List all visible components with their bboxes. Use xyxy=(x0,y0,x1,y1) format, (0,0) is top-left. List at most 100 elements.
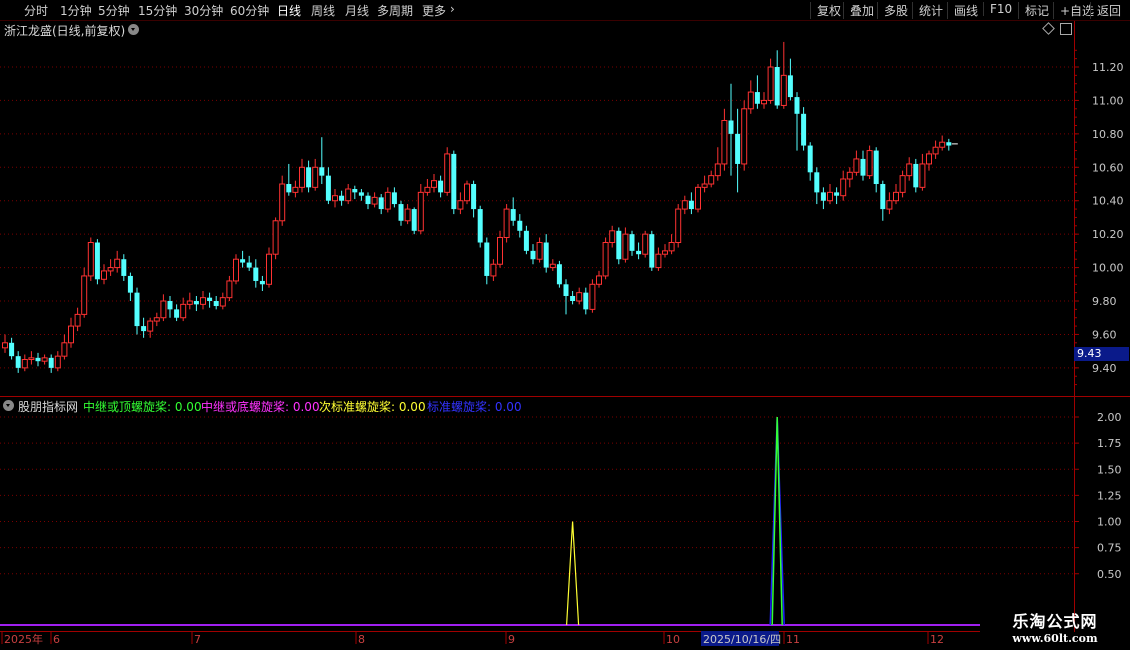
price-tick-label: 10.00 xyxy=(1092,262,1124,275)
indicator-tick-label: 0.50 xyxy=(1097,568,1122,581)
time-label: 11 xyxy=(786,633,800,646)
candle-body-down xyxy=(860,158,866,176)
candle-body-up xyxy=(345,188,352,202)
time-label: 12 xyxy=(930,633,944,646)
candle-body-up xyxy=(853,158,860,173)
candle-body-down xyxy=(174,309,180,318)
candle-body-down xyxy=(523,230,529,251)
indicator-item-value: 0.00 xyxy=(395,400,426,414)
toolbar-button-4[interactable]: 画线 xyxy=(947,2,978,19)
price-tick-label: 10.60 xyxy=(1092,161,1124,174)
candle-body-down xyxy=(240,259,246,263)
indicator-item-value: 0.00 xyxy=(171,400,202,414)
candle-body-up xyxy=(107,267,114,272)
indicator-tick-label: 2.00 xyxy=(1097,411,1122,424)
candle-body-up xyxy=(417,191,424,232)
indicator-item-value: 0.00 xyxy=(491,400,522,414)
candle-body-down xyxy=(378,197,384,210)
candle-body-down xyxy=(134,292,140,327)
candle-body-up xyxy=(721,119,728,165)
candle-body-up xyxy=(503,208,510,238)
period-tab-10[interactable]: 更多 xyxy=(422,2,446,19)
candle-body-up xyxy=(200,297,206,305)
watermark-logo: 乐淘公式网 www.60lt.com xyxy=(985,608,1125,646)
candle-body-down xyxy=(728,120,734,134)
candle-body-down xyxy=(616,230,622,260)
candle-body-up xyxy=(919,163,926,188)
period-tab-2[interactable]: 5分钟 xyxy=(98,2,130,19)
watermark-text: 乐淘公式网 xyxy=(1012,612,1098,631)
indicator-item-label: 中继或顶螺旋桨: xyxy=(83,400,172,414)
toolbar-button-1[interactable]: 叠加 xyxy=(843,2,874,19)
candle-body-up xyxy=(662,250,668,255)
candle-body-down xyxy=(510,209,516,221)
period-tab-5[interactable]: 60分钟 xyxy=(230,2,269,19)
candle-body-up xyxy=(180,303,187,319)
candle-body-down xyxy=(517,220,523,231)
chart-canvas: 11.20 11.00 10.80 10.60 10.40 10.20 10.00 9.80 9… xyxy=(0,20,1130,646)
candle-body-up xyxy=(549,263,556,269)
candle-body-up xyxy=(642,233,649,255)
candle-body-up xyxy=(827,191,833,202)
price-tick-label: 11.00 xyxy=(1092,94,1124,107)
toolbar-button-6[interactable]: 标记 xyxy=(1018,2,1049,19)
period-tab-9[interactable]: 多周期 xyxy=(377,2,413,19)
candle-body-up xyxy=(147,320,154,332)
toolbar-button-5[interactable]: F10 xyxy=(983,2,1012,16)
candle-body-up xyxy=(266,253,272,285)
toolbar-button-0[interactable]: 复权 xyxy=(810,2,841,19)
candle-body-up xyxy=(54,355,61,369)
period-tab-6[interactable]: 日线 xyxy=(277,2,301,19)
period-tab-8[interactable]: 月线 xyxy=(345,2,369,19)
candle-body-down xyxy=(438,180,444,193)
candle-body-down xyxy=(352,189,358,193)
candle-body-up xyxy=(695,186,701,210)
candle-body-up xyxy=(741,108,748,165)
candle-body-up xyxy=(219,297,226,307)
candle-body-up xyxy=(609,230,616,244)
candle-body-down xyxy=(306,167,312,188)
indicator-item-label: 次标准螺旋桨: xyxy=(319,400,396,414)
toolbar-button-7[interactable]: +自选 xyxy=(1053,2,1094,19)
candle-body-down xyxy=(636,250,642,255)
candle-body-up xyxy=(312,166,319,188)
candle-body-up xyxy=(932,146,939,155)
indicator-item-3: 标准螺旋桨: 0.00 xyxy=(427,398,522,415)
indicator-item-0: 中继或顶螺旋桨: 0.00 xyxy=(83,398,202,415)
candle-body-down xyxy=(820,192,826,201)
candle-body-up xyxy=(28,357,35,361)
candle-body-up xyxy=(780,74,787,106)
candle-body-up xyxy=(675,208,682,244)
candle-body-up xyxy=(61,342,68,357)
period-tab-4[interactable]: 30分钟 xyxy=(184,2,223,19)
candle-body-down xyxy=(794,97,800,114)
candle-body-down xyxy=(127,275,133,293)
chevron-down-icon[interactable] xyxy=(128,24,139,35)
period-tab-0[interactable]: 分时 xyxy=(24,2,48,19)
period-tab-3[interactable]: 15分钟 xyxy=(138,2,177,19)
candle-body-up xyxy=(464,183,470,202)
candle-body-up xyxy=(226,280,233,299)
price-tick-label: 9.40 xyxy=(1092,362,1117,375)
candle-body-down xyxy=(807,145,813,173)
period-tab-1[interactable]: 1分钟 xyxy=(60,2,92,19)
toolbar-button-3[interactable]: 统计 xyxy=(912,2,943,19)
candle-body-down xyxy=(873,150,879,185)
toolbar-button-8[interactable]: 返回 xyxy=(1090,2,1121,19)
diamond-icon[interactable] xyxy=(1042,22,1055,35)
indicator-tick-label: 1.00 xyxy=(1097,516,1122,529)
chevron-down-icon[interactable] xyxy=(3,400,14,411)
candle-body-down xyxy=(358,192,364,196)
candle-body-down xyxy=(583,292,589,310)
indicator-tick-label: 1.25 xyxy=(1097,489,1122,502)
chevron-right-icon[interactable]: › xyxy=(450,2,455,16)
panel-toggle-icon[interactable] xyxy=(1060,23,1072,35)
candle-body-down xyxy=(477,209,483,243)
candle-body-down xyxy=(213,301,219,307)
candle-body-down xyxy=(286,184,292,193)
time-label: 9 xyxy=(508,633,515,646)
candle-body-down xyxy=(319,167,325,176)
toolbar-button-2[interactable]: 多股 xyxy=(877,2,908,19)
candle-body-down xyxy=(735,133,741,164)
period-tab-7[interactable]: 周线 xyxy=(311,2,335,19)
